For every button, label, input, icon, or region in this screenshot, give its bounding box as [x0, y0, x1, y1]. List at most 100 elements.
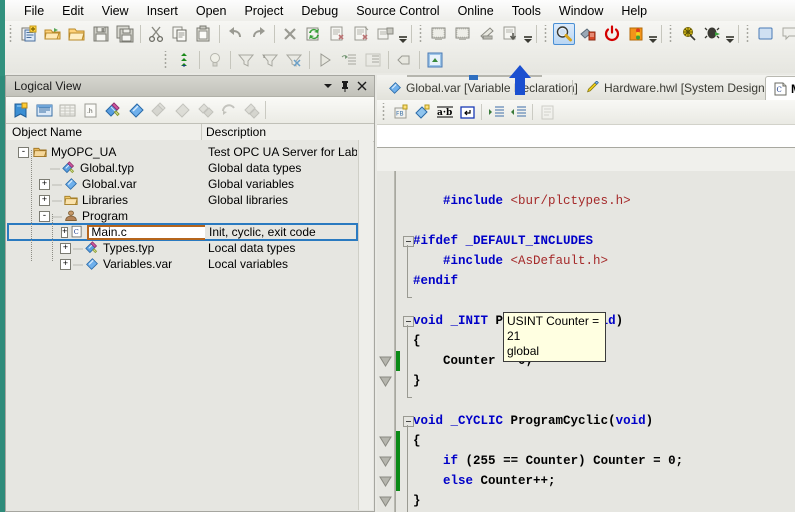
debug-settings-icon[interactable] [678, 23, 700, 45]
outdent-icon[interactable] [507, 102, 529, 123]
filter-alt-icon[interactable] [259, 49, 281, 71]
fold-toggle-icon[interactable] [403, 416, 414, 427]
variable-insert-icon[interactable] [412, 102, 434, 123]
hint-icon[interactable] [204, 49, 226, 71]
fold-toggle-icon[interactable] [403, 316, 414, 327]
menu-item-project[interactable]: Project [235, 2, 292, 20]
output-window-icon[interactable] [779, 23, 795, 45]
table-row[interactable]: + Global.var Global variables [8, 176, 357, 192]
table-row[interactable]: + Variables.var Local variables [8, 256, 357, 272]
power-icon[interactable] [601, 23, 623, 45]
toolbar-grip[interactable] [163, 51, 170, 69]
start-debug-icon[interactable] [702, 23, 724, 45]
expand-node-icon[interactable]: + [39, 178, 50, 190]
panel-dropdown-icon[interactable] [320, 78, 336, 94]
comment-icon[interactable] [536, 102, 558, 123]
menu-item-online[interactable]: Online [449, 2, 503, 20]
table-row[interactable]: + C Main.c Init, cyclic, exit code [7, 223, 358, 241]
download-icon[interactable] [500, 23, 522, 45]
table-row[interactable]: Global.typ Global data types [8, 160, 357, 176]
breakpoint-marker-icon[interactable] [379, 475, 392, 488]
simulate-stop-icon[interactable] [452, 23, 474, 45]
open-editor-icon[interactable] [424, 49, 446, 71]
toolbar-grip[interactable] [418, 25, 425, 43]
panel-close-icon[interactable] [354, 78, 370, 94]
logical-view-icon[interactable] [10, 99, 33, 121]
indent-icon[interactable] [485, 102, 507, 123]
tree-node-label[interactable]: Main.c [87, 224, 205, 240]
toolbar-overflow-2[interactable] [523, 23, 533, 45]
breakpoint-marker-icon[interactable] [379, 375, 392, 388]
refresh-icon[interactable] [303, 23, 325, 45]
fold-toggle-icon[interactable] [403, 236, 414, 247]
toolbar-overflow-1[interactable] [398, 23, 408, 45]
breakpoint-marker-icon[interactable] [379, 355, 392, 368]
menu-item-debug[interactable]: Debug [292, 2, 347, 20]
refresh-tree-icon[interactable] [217, 99, 240, 121]
filter-icon[interactable] [235, 49, 257, 71]
cut-icon[interactable] [145, 23, 167, 45]
toolbar-overflow-4[interactable] [725, 23, 735, 45]
fb-insert-icon[interactable]: FB [390, 102, 412, 123]
undo-icon[interactable] [224, 23, 246, 45]
open-folder-icon[interactable] [42, 23, 64, 45]
breakpoint-icon[interactable] [393, 49, 415, 71]
library-icon[interactable] [194, 99, 217, 121]
properties-icon[interactable] [33, 99, 56, 121]
toolbar-grip[interactable] [668, 25, 675, 43]
code-editor[interactable]: #include <bur/plctypes.h> #ifdef _DEFAULT… [377, 171, 795, 512]
tab-global-var[interactable]: Global.var [Variable Declaration] [379, 76, 586, 100]
table-row[interactable]: - MyOPC_UA Test OPC UA Server for LabVIEW [8, 144, 357, 160]
data-type-add-icon[interactable] [148, 99, 171, 121]
step-into-icon[interactable] [338, 49, 360, 71]
table-row[interactable]: + Libraries Global libraries [8, 192, 357, 208]
expand-node-icon[interactable]: + [60, 258, 71, 270]
breakpoint-marker-icon[interactable] [379, 455, 392, 468]
copy-icon[interactable] [169, 23, 191, 45]
save-all-icon[interactable] [114, 23, 136, 45]
run-icon[interactable] [314, 49, 336, 71]
menu-item-edit[interactable]: Edit [53, 2, 93, 20]
variable-add-icon[interactable] [171, 99, 194, 121]
new-project-icon[interactable] [18, 23, 40, 45]
save-icon[interactable] [90, 23, 112, 45]
toolbar-grip[interactable] [745, 25, 752, 43]
collapse-node-icon[interactable]: - [39, 210, 50, 222]
collapse-node-icon[interactable]: - [18, 146, 29, 158]
build-icon[interactable] [327, 23, 349, 45]
force-icon[interactable] [577, 23, 599, 45]
breakpoint-marker-icon[interactable] [379, 435, 392, 448]
menu-item-file[interactable]: File [15, 2, 53, 20]
table-view-icon[interactable] [56, 99, 79, 121]
tab-main-c[interactable]: C M [765, 76, 795, 100]
rebuild-icon[interactable] [351, 23, 373, 45]
variable-icon[interactable] [125, 99, 148, 121]
editor-gutter[interactable] [377, 171, 395, 512]
menu-item-insert[interactable]: Insert [138, 2, 187, 20]
watch-window-icon[interactable] [755, 23, 777, 45]
step-over-icon[interactable] [362, 49, 384, 71]
toolbar-overflow-3[interactable] [648, 23, 658, 45]
expand-node-icon[interactable]: + [60, 242, 71, 254]
expand-node-icon[interactable]: + [61, 226, 69, 238]
column-header-description[interactable]: Description [202, 124, 374, 141]
menu-item-help[interactable]: Help [612, 2, 656, 20]
open-folder-alt-icon[interactable] [66, 23, 88, 45]
paste-icon[interactable] [193, 23, 215, 45]
data-type-icon[interactable] [102, 99, 125, 121]
menu-item-open[interactable]: Open [187, 2, 236, 20]
rename-icon[interactable]: a·b [434, 102, 456, 123]
table-row[interactable]: - Program [8, 208, 357, 224]
header-file-icon[interactable]: .h [79, 99, 102, 121]
step-values-icon[interactable] [173, 49, 195, 71]
delete-icon[interactable] [279, 23, 301, 45]
breakpoint-marker-icon[interactable] [379, 495, 392, 508]
toolbar-grip[interactable] [543, 25, 550, 43]
simulate-icon[interactable] [428, 23, 450, 45]
expand-node-icon[interactable]: + [39, 194, 50, 206]
menu-item-window[interactable]: Window [550, 2, 612, 20]
table-row[interactable]: + Types.typ Local data types [8, 240, 357, 256]
toolbar-grip[interactable] [8, 25, 15, 43]
redo-icon[interactable] [248, 23, 270, 45]
package-icon[interactable] [240, 99, 263, 121]
